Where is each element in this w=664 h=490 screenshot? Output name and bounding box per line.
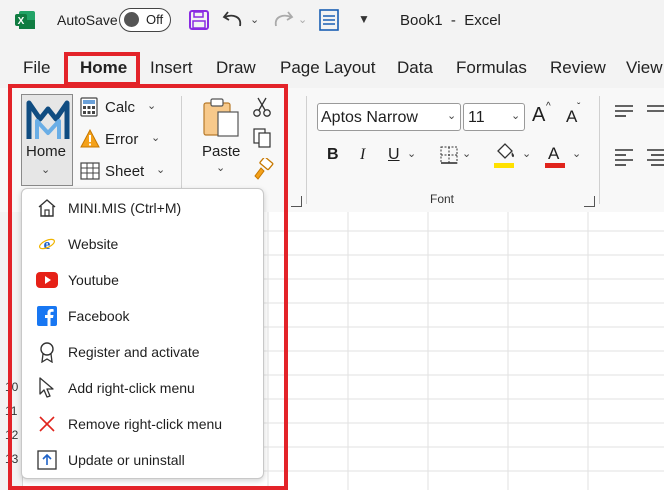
tab-data[interactable]: Data [397,58,433,78]
document-title: Book1 - Excel [400,12,501,29]
svg-text:X: X [18,16,25,27]
font-name-dropdown-icon: ⌄ [447,110,457,122]
undo-icon[interactable] [222,8,246,32]
shrink-font-button[interactable]: A ˇ [566,102,588,128]
shrink-font-caret: ˇ [577,102,581,113]
align-top-icon[interactable] [614,104,634,120]
grow-font-icon: A [532,104,546,126]
borders-icon [440,146,458,164]
align-middle-icon[interactable] [646,104,664,120]
paint-bucket-icon [494,142,516,162]
borders-dropdown-icon: ⌄ [462,148,472,160]
bold-button[interactable]: B [327,146,339,164]
font-name-combo[interactable]: Aptos Narrow ⌄ [317,103,461,131]
save-icon[interactable] [188,9,210,31]
undo-dropdown-icon[interactable]: ⌄ [250,13,259,26]
tab-insert[interactable]: Insert [150,58,193,78]
tab-draw[interactable]: Draw [216,58,256,78]
ribbon-separator [599,96,600,204]
fill-color-swatch [494,163,514,168]
tab-file[interactable]: File [23,58,50,78]
grow-font-caret: ^ [546,101,551,112]
font-name-value: Aptos Narrow [321,109,418,126]
form-icon[interactable] [318,8,340,32]
font-size-value: 11 [468,109,485,126]
align-left-icon[interactable] [614,148,634,166]
shrink-font-icon: A [566,107,578,126]
fill-color-button[interactable]: ⌄ [492,142,538,170]
tab-page-layout[interactable]: Page Layout [280,58,375,78]
tab-formulas[interactable]: Formulas [456,58,527,78]
underline-icon: U [388,146,400,163]
toggle-state: Off [146,12,164,27]
toggle-knob [124,12,139,27]
highlight-box-home-tab [64,52,140,86]
excel-logo-icon: X [14,9,36,31]
underline-dropdown-icon: ⌄ [407,148,417,160]
autosave-label: AutoSave [57,12,118,28]
font-size-dropdown-icon: ⌄ [511,110,521,122]
highlight-box-dropdown [8,84,288,490]
grow-font-button[interactable]: A ^ [532,101,556,128]
tab-review[interactable]: Review [550,58,606,78]
clipboard-dialog-launcher-icon[interactable] [291,196,302,207]
italic-button[interactable]: I [360,146,365,164]
font-color-icon: A [548,144,560,163]
tab-view[interactable]: View [626,58,663,78]
font-color-button[interactable]: A ⌄ [544,142,588,170]
font-size-combo[interactable]: 11 ⌄ [463,103,525,131]
title-bar: X AutoSave Off ⌄ ⌄ ▼ Book1 - Excel [0,0,664,42]
font-color-dropdown-icon: ⌄ [572,148,582,160]
fill-color-dropdown-icon: ⌄ [522,148,532,160]
font-color-swatch [545,163,565,168]
font-group-label: Font [430,192,455,206]
ribbon-separator [306,96,307,204]
borders-button[interactable]: ⌄ [440,144,486,168]
underline-button[interactable]: U ⌄ [388,144,424,168]
customize-toolbar-icon[interactable]: ▼ [358,12,370,26]
align-center-icon[interactable] [646,148,664,166]
redo-icon[interactable] [270,8,294,32]
redo-dropdown-icon[interactable]: ⌄ [298,13,307,26]
font-dialog-launcher-icon[interactable] [584,196,595,207]
autosave-toggle[interactable]: Off [119,8,171,32]
